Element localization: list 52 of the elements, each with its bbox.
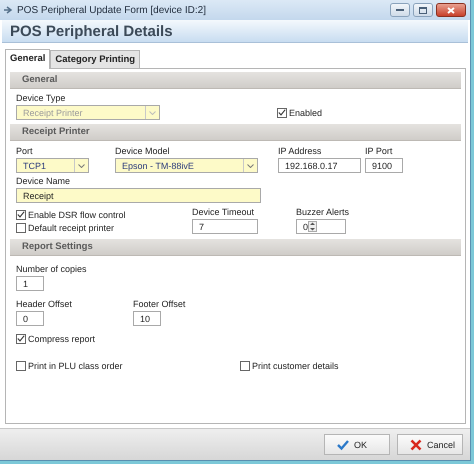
input-field[interactable]: 10 — [133, 311, 161, 326]
tab[interactable]: General — [5, 49, 50, 69]
input-field[interactable]: 0 — [16, 311, 44, 326]
checkmark-icon — [17, 211, 25, 218]
chevron-down-icon — [247, 164, 254, 168]
dropdown[interactable]: Epson - TM-88ivE — [115, 158, 258, 173]
cross-icon — [410, 438, 422, 450]
close-icon — [447, 6, 455, 14]
field-label: Device Timeout — [192, 207, 256, 218]
field-label: Device Name — [16, 176, 72, 187]
minimize-icon — [396, 8, 404, 12]
ok-button[interactable]: OK — [324, 434, 390, 455]
close-button[interactable] — [436, 3, 466, 17]
field-label: Device Type — [16, 93, 66, 104]
field-label: Port — [16, 146, 34, 157]
field-label: IP Port — [365, 146, 394, 157]
arrow-icon — [4, 6, 13, 14]
form-heading: POS Peripheral Details — [2, 20, 468, 43]
cancel-button[interactable]: Cancel — [397, 434, 463, 455]
field-label: IP Address — [278, 146, 322, 157]
maximize-icon — [419, 6, 427, 14]
minimize-button[interactable] — [390, 3, 410, 17]
spin-field[interactable]: 0 — [296, 219, 346, 234]
field-label: Number of copies — [16, 264, 88, 275]
field-label: Footer Offset — [133, 299, 186, 310]
checkmark-icon — [337, 438, 349, 450]
input-field[interactable]: 7 — [192, 219, 258, 234]
section-header: Receipt Printer — [10, 124, 461, 141]
spinner-icon — [308, 221, 318, 232]
chevron-down-icon — [78, 164, 85, 168]
checkbox[interactable]: Enabled — [277, 106, 322, 119]
field-label: Header Offset — [16, 299, 73, 310]
window-title: POS Peripheral Update Form [device ID:2] — [17, 4, 207, 16]
tab[interactable]: Category Printing — [50, 50, 140, 68]
input-field[interactable]: Receipt — [16, 188, 261, 203]
checkbox[interactable]: Default receipt printer — [16, 221, 192, 234]
checkbox[interactable]: Print customer details — [240, 359, 339, 372]
checkbox[interactable]: Enable DSR flow control — [16, 208, 192, 221]
section-header: Report Settings — [10, 239, 461, 256]
chevron-down-icon — [149, 110, 156, 114]
input-field[interactable]: 192.168.0.17 — [278, 158, 361, 173]
checkmark-icon — [278, 109, 286, 116]
field-label: Device Model — [115, 146, 171, 157]
dropdown[interactable]: TCP1 — [16, 158, 89, 173]
checkbox[interactable]: Compress report — [16, 332, 96, 345]
checkbox[interactable]: Print in PLU class order — [16, 359, 240, 372]
field-label: Buzzer Alerts — [296, 207, 350, 218]
input-field[interactable]: 9100 — [365, 158, 403, 173]
maximize-button[interactable] — [413, 3, 433, 17]
checkmark-icon — [17, 335, 25, 342]
section-header: General — [10, 72, 461, 89]
input-field[interactable]: 1 — [16, 276, 44, 291]
